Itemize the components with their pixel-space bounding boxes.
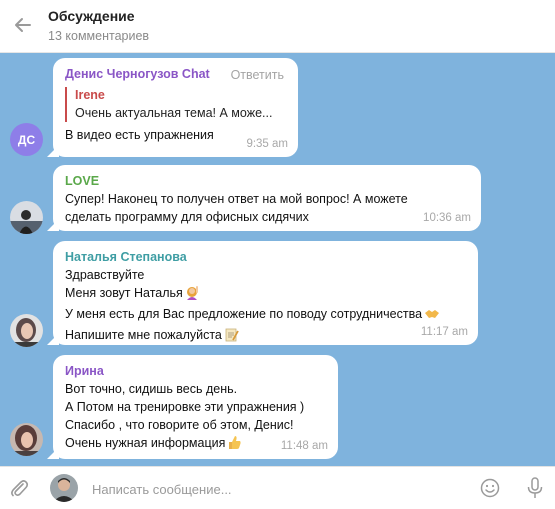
woman-raising-hand-emoji	[185, 285, 200, 305]
sender-name[interactable]: Наталья Степанова	[65, 249, 466, 266]
message-text-line: Меня зовут Наталья	[65, 286, 183, 300]
message-bubble: Ирина Вот точно, сидишь весь день. А Пот…	[53, 355, 338, 459]
message-bubble: LOVE Супер! Наконец то получен ответ на …	[53, 165, 481, 231]
message-time: 11:48 am	[280, 440, 328, 452]
sender-avatar[interactable]	[50, 474, 78, 502]
avatar[interactable]	[10, 314, 43, 347]
message-line-with-emoji: Напишите мне пожалуйста	[65, 326, 466, 347]
message-list[interactable]: ДС Денис Черногузов Chat Ответить Irene …	[0, 53, 555, 466]
reply-quote[interactable]: Irene Очень актуальная тема! А може...	[65, 87, 286, 122]
message-composer: Написать сообщение...	[0, 466, 555, 509]
message-text-line: Напишите мне пожалуйста	[65, 328, 222, 342]
quote-text: Очень актуальная тема! А може...	[75, 106, 273, 120]
message-text-line: У меня есть для Вас предложение по повод…	[65, 307, 423, 321]
message-text-line: Вот точно, сидишь весь день.	[65, 382, 238, 396]
message-text-line: А Потом на тренировке эти упражнения )	[65, 400, 305, 414]
microphone-icon[interactable]	[524, 476, 546, 500]
message-time: 9:35 am	[246, 138, 288, 150]
message-time: 10:36 am	[423, 212, 471, 224]
avatar[interactable]	[10, 201, 43, 234]
thumbs-up-emoji	[227, 435, 242, 455]
message-time: 11:17 am	[420, 326, 468, 338]
message-text-line: Очень нужная информация	[65, 436, 226, 450]
message-bubble: Денис Черногузов Chat Ответить Irene Оче…	[53, 58, 298, 157]
memo-emoji	[224, 327, 239, 347]
chat-header: Обсуждение 13 комментариев	[0, 0, 555, 53]
back-arrow-icon[interactable]	[10, 12, 36, 38]
quote-author: Irene	[75, 88, 105, 102]
sender-name[interactable]: LOVE	[65, 173, 469, 190]
sender-name[interactable]: Ирина	[65, 363, 326, 380]
message-text-line: сделать программу для офисных сидячих	[65, 210, 309, 224]
message-bubble: Наталья Степанова Здравствуйте Меня зову…	[53, 241, 478, 345]
discussion-title: Обсуждение	[48, 8, 135, 24]
message-text-line: Здравствуйте	[65, 268, 145, 282]
message-text-line: Супер! Наконец то получен ответ на мой в…	[65, 192, 408, 206]
message-line-with-emoji: Меня зовут Наталья	[65, 284, 466, 305]
attach-paperclip-icon[interactable]	[8, 477, 30, 499]
comment-count: 13 комментариев	[48, 29, 150, 43]
message-input[interactable]: Написать сообщение...	[92, 482, 232, 497]
avatar[interactable]	[10, 423, 43, 456]
emoji-smile-icon[interactable]	[479, 477, 501, 499]
message-text-line: Спасибо , что говорите об этом, Денис!	[65, 418, 294, 432]
avatar[interactable]: ДС	[10, 123, 43, 156]
reply-button[interactable]: Ответить	[231, 66, 284, 84]
message-line-with-emoji: У меня есть для Вас предложение по повод…	[65, 305, 466, 326]
